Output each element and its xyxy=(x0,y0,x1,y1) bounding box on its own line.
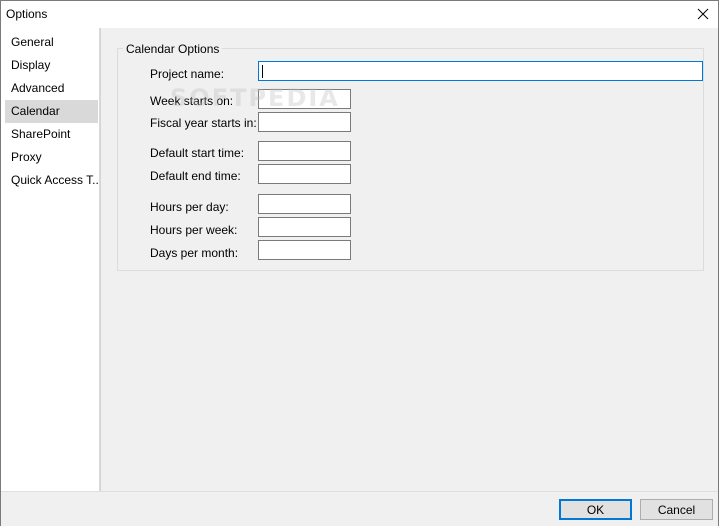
sidebar-item-quick-access[interactable]: Quick Access T... xyxy=(5,169,98,192)
ok-button[interactable]: OK xyxy=(559,499,632,520)
dialog-footer: OK Cancel xyxy=(1,491,718,526)
sidebar-item-general[interactable]: General xyxy=(5,31,98,54)
days-per-month-label: Days per month: xyxy=(150,246,239,260)
fiscal-year-starts-label: Fiscal year starts in: xyxy=(150,116,257,130)
title-bar: Options xyxy=(1,1,718,28)
week-starts-on-label: Week starts on: xyxy=(150,94,234,108)
sidebar-item-proxy[interactable]: Proxy xyxy=(5,146,98,169)
default-end-time-label: Default end time: xyxy=(150,169,241,183)
calendar-options-group-title: Calendar Options xyxy=(123,42,223,56)
hours-per-week-label: Hours per week: xyxy=(150,223,238,237)
text-caret xyxy=(262,65,263,78)
sidebar-item-display[interactable]: Display xyxy=(5,54,98,77)
sidebar-item-advanced[interactable]: Advanced xyxy=(5,77,98,100)
fiscal-year-starts-input[interactable] xyxy=(258,112,351,132)
default-end-time-input[interactable] xyxy=(258,164,351,184)
options-sidebar: General Display Advanced Calendar ShareP… xyxy=(3,28,100,491)
default-start-time-input[interactable] xyxy=(258,141,351,161)
calendar-options-group: Project name: Week starts on: Fiscal yea… xyxy=(117,48,704,271)
cancel-button[interactable]: Cancel xyxy=(640,499,713,520)
window-title: Options xyxy=(6,7,48,21)
sidebar-item-sharepoint[interactable]: SharePoint xyxy=(5,123,98,146)
close-icon xyxy=(697,8,709,20)
project-name-label: Project name: xyxy=(150,67,225,81)
calendar-options-panel: Project name: Week starts on: Fiscal yea… xyxy=(104,28,718,491)
hours-per-day-input[interactable] xyxy=(258,194,351,214)
hours-per-day-label: Hours per day: xyxy=(150,200,229,214)
default-start-time-label: Default start time: xyxy=(150,146,245,160)
close-button[interactable] xyxy=(694,5,712,23)
hours-per-week-input[interactable] xyxy=(258,217,351,237)
sidebar-item-calendar[interactable]: Calendar xyxy=(5,100,98,123)
options-dialog: Options General Display Advanced Calenda… xyxy=(0,0,719,526)
week-starts-on-input[interactable] xyxy=(258,89,351,109)
project-name-input[interactable] xyxy=(258,61,703,81)
days-per-month-input[interactable] xyxy=(258,240,351,260)
